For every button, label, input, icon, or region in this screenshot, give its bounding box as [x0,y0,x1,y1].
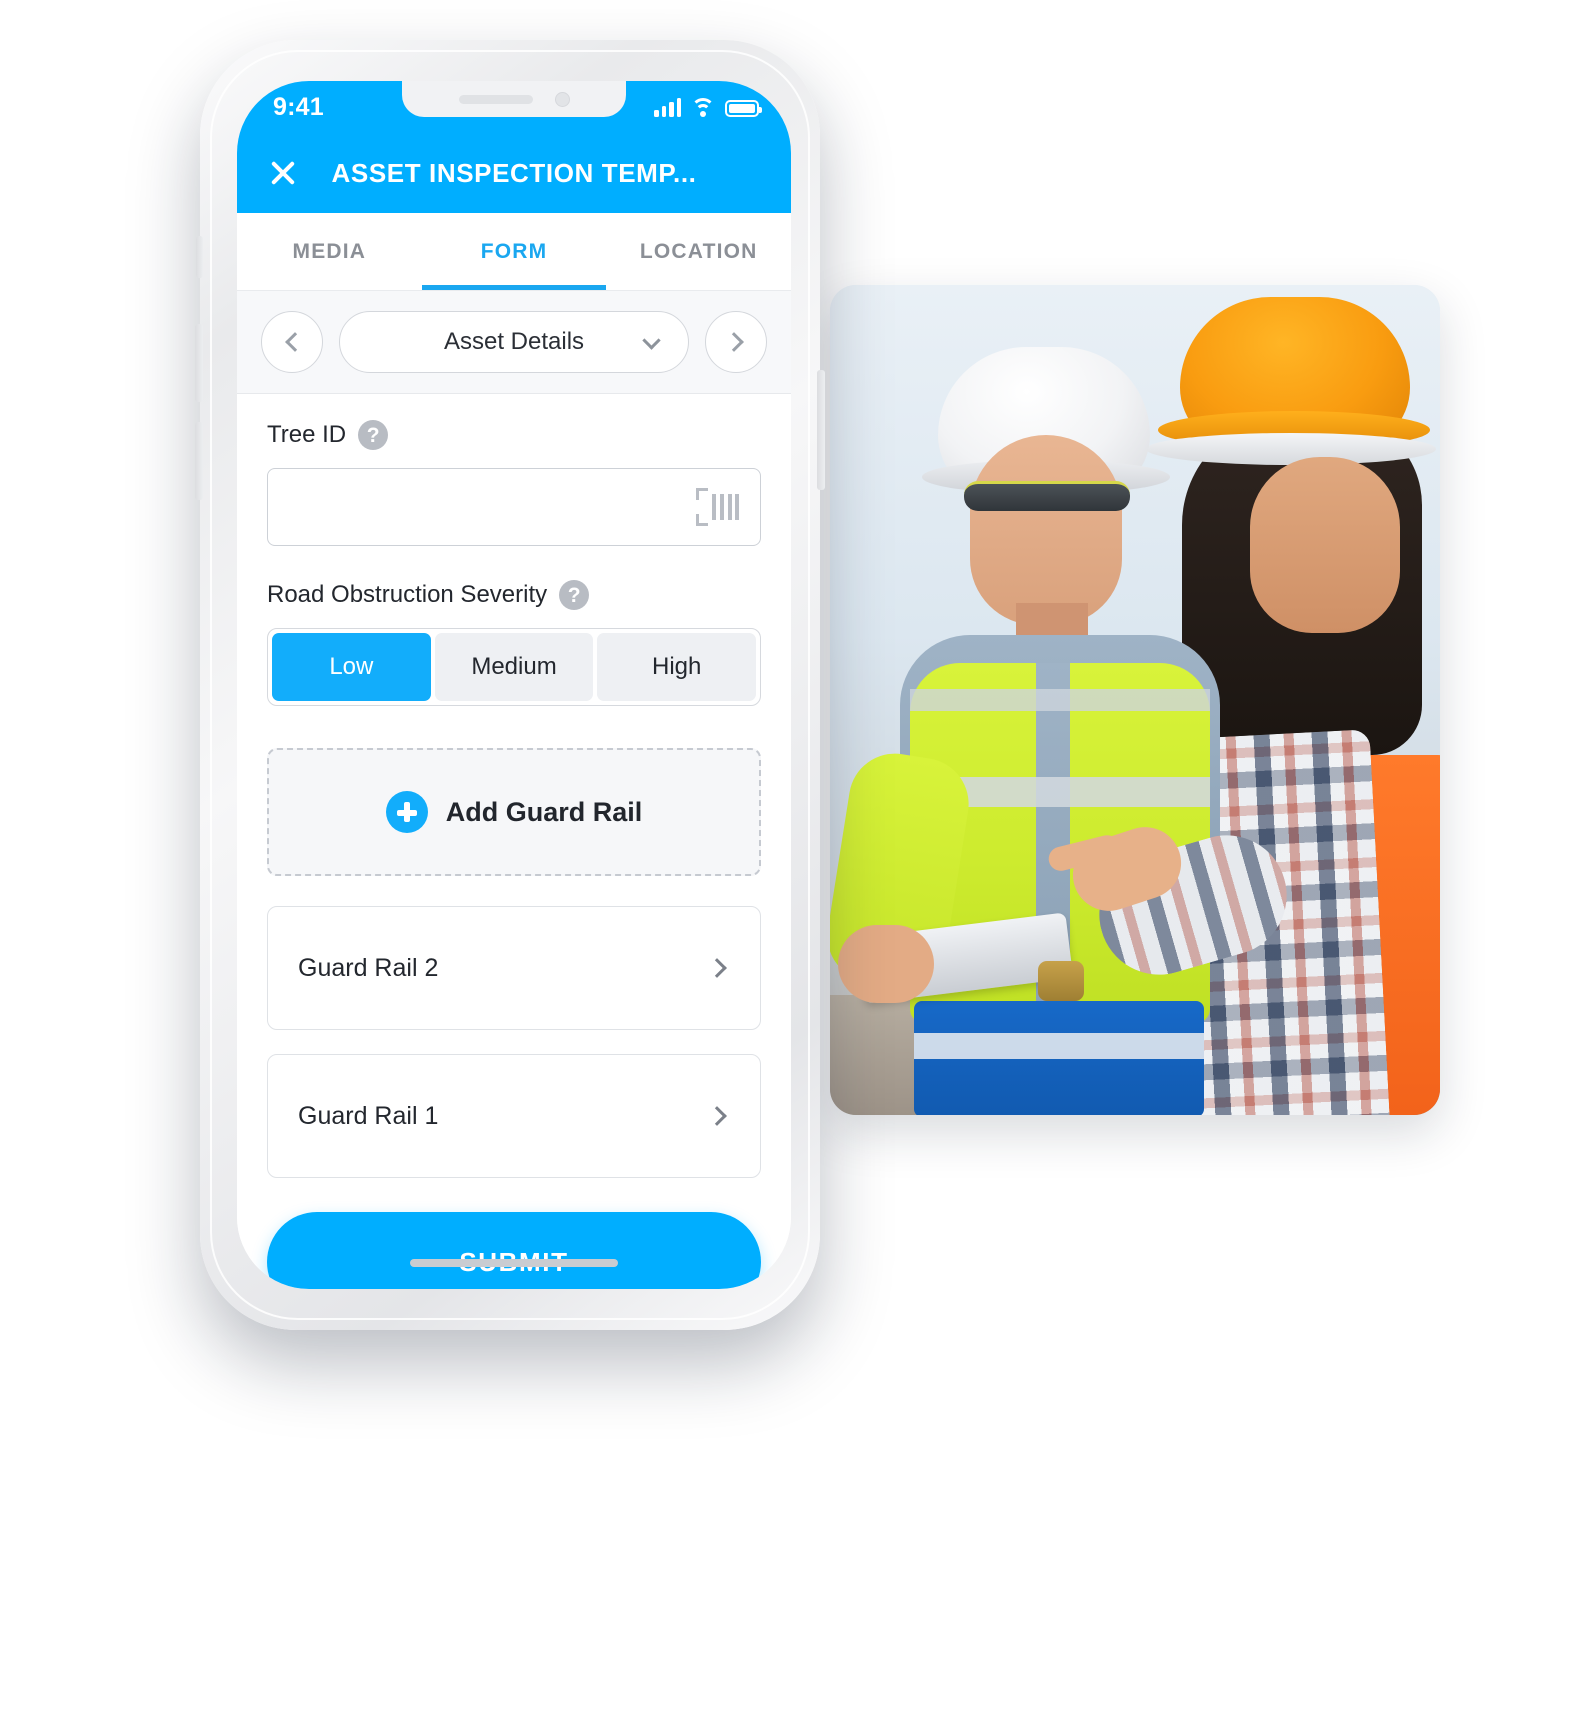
tab-bar: MEDIA FORM LOCATION [237,213,791,291]
construction-workers-photo [830,285,1440,1115]
phone-notch [402,81,626,117]
page-dropdown[interactable]: Asset Details [339,311,689,373]
worker-a-safety-glasses [964,481,1130,511]
tab-location[interactable]: LOCATION [606,213,791,290]
add-guard-rail-button[interactable]: Add Guard Rail [267,748,761,876]
battery-icon [725,100,762,117]
phone-screen: 9:41 ASSET INSPECTION TEMP... MEDIA FORM [237,81,791,1289]
severity-option-medium[interactable]: Medium [434,633,594,701]
tree-id-label: Tree ID [267,421,347,448]
guard-rail-2-label: Guard Rail 2 [298,953,439,982]
worker-b-face [1250,457,1400,633]
worker-a-face [970,435,1122,625]
severity-label-row: Road Obstruction Severity ? [267,580,761,610]
chevron-down-icon [642,331,661,350]
guard-rail-1-label: Guard Rail 1 [298,1101,439,1130]
plus-circle-icon [385,791,428,833]
add-guard-rail-label: Add Guard Rail [445,796,643,827]
previous-page-button[interactable] [261,311,323,373]
tree-id-label-row: Tree ID ? [267,420,761,450]
wifi-icon [691,98,715,117]
help-circle-icon[interactable]: ? [559,580,590,610]
page-dropdown-value: Asset Details [443,328,585,355]
front-camera-icon [554,91,570,107]
severity-option-low[interactable]: Low [272,633,431,701]
list-item[interactable]: Guard Rail 2 [267,906,761,1030]
volume-up-button[interactable] [195,324,203,402]
power-button[interactable] [817,370,825,490]
help-circle-icon[interactable]: ? [358,420,389,450]
chevron-right-icon [707,958,727,978]
status-bar-time: 9:41 [273,92,324,121]
tab-media[interactable]: MEDIA [237,213,422,290]
next-page-button[interactable] [705,311,767,373]
chevron-right-icon [707,1106,727,1126]
page-selector-bar: Asset Details [237,291,791,394]
list-item[interactable]: Guard Rail 1 [267,1054,761,1178]
volume-down-button[interactable] [195,422,203,500]
chevron-left-icon [284,332,305,352]
cellular-signal-icon [654,97,681,117]
page-title: ASSET INSPECTION TEMP... [331,157,697,188]
form-content: Tree ID ? Road Obstruction Severity ? Lo… [237,394,791,1289]
silence-switch[interactable] [196,236,203,278]
app-bar: ASSET INSPECTION TEMP... [237,133,791,213]
severity-segmented-control: Low Medium High [267,628,761,706]
status-bar-indicators [654,97,762,117]
screenshot-canvas: 9:41 ASSET INSPECTION TEMP... MEDIA FORM [0,0,1574,1718]
severity-label: Road Obstruction Severity [267,581,548,608]
worker-a-vest-reflective-top [910,689,1210,711]
home-indicator[interactable] [410,1259,618,1267]
earpiece-speaker [458,94,533,104]
severity-option-high[interactable]: High [597,633,757,701]
submit-button[interactable]: SUBMIT [267,1212,761,1289]
phone-device-frame: 9:41 ASSET INSPECTION TEMP... MEDIA FORM [195,40,825,1330]
worker-a-pants-reflective [914,1033,1204,1059]
close-icon[interactable] [263,153,303,193]
wristwatch [1038,961,1084,1001]
tab-form[interactable]: FORM [421,213,607,290]
worker-a-hand [838,925,934,1003]
chevron-right-icon [723,332,744,352]
barcode-scan-icon[interactable] [696,488,739,526]
worker-b-helmet-band [1146,433,1436,465]
tree-id-input[interactable] [267,468,761,546]
